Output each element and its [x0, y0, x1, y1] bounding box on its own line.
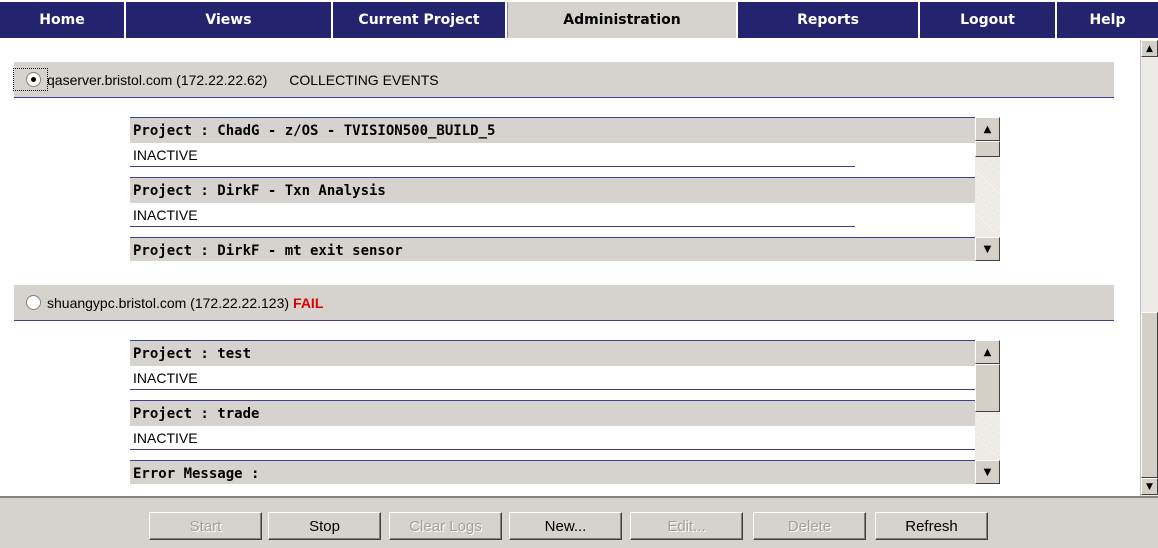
project-header: Error Message :	[130, 460, 975, 484]
scroll-down-icon[interactable]: ▼	[975, 460, 1000, 484]
page-scrollbar[interactable]: ▲ ▼	[1140, 40, 1158, 496]
project-header: Project : test	[130, 340, 975, 366]
scroll-up-icon[interactable]: ▲	[1141, 40, 1158, 57]
server-name: qaserver.bristol.com (172.22.22.62)	[47, 71, 268, 88]
tab-help[interactable]: Help	[1057, 2, 1158, 38]
project-status: INACTIVE	[130, 366, 975, 390]
server-row: shuangypc.bristol.com (172.22.22.123) FA…	[14, 285, 1114, 321]
scroll-thumb[interactable]	[1141, 312, 1158, 478]
scroll-thumb[interactable]	[975, 141, 1000, 157]
tab-current-project[interactable]: Current Project	[333, 2, 507, 38]
project-status: INACTIVE	[130, 426, 975, 450]
project-list: Project : ChadG - z/OS - TVISION500_BUIL…	[130, 117, 975, 261]
server-row: qaserver.bristol.com (172.22.22.62) COLL…	[13, 62, 1114, 98]
server-name: shuangypc.bristol.com (172.22.22.123)	[47, 294, 290, 311]
server-radio[interactable]	[26, 72, 41, 87]
stop-button[interactable]: Stop	[268, 512, 381, 540]
action-bar: Start Stop Clear Logs New... Edit... Del…	[0, 496, 1158, 548]
project-header: Project : DirkF - Txn Analysis	[130, 177, 975, 203]
project-scrollbar[interactable]: ▲ ▼	[975, 340, 1000, 484]
scroll-thumb[interactable]	[975, 364, 1000, 412]
delete-button[interactable]: Delete	[753, 512, 866, 540]
scroll-up-icon[interactable]: ▲	[975, 340, 1000, 364]
start-button[interactable]: Start	[149, 512, 262, 540]
project-header: Project : DirkF - mt exit sensor	[130, 237, 975, 261]
project-status: INACTIVE	[130, 143, 855, 167]
top-nav: Home Views Current Project Administratio…	[0, 0, 1158, 40]
scroll-down-icon[interactable]: ▼	[975, 237, 1000, 261]
tab-logout[interactable]: Logout	[920, 2, 1057, 38]
project-status: INACTIVE	[130, 203, 855, 227]
clear-logs-button[interactable]: Clear Logs	[389, 512, 502, 540]
scroll-down-icon[interactable]: ▼	[1141, 478, 1158, 495]
tab-home[interactable]: Home	[0, 2, 126, 38]
server-status: COLLECTING EVENTS	[289, 71, 439, 88]
new-button[interactable]: New...	[509, 512, 622, 540]
scroll-up-icon[interactable]: ▲	[975, 117, 1000, 141]
project-list: Project : test INACTIVE Project : trade …	[130, 340, 975, 484]
tab-reports[interactable]: Reports	[738, 2, 920, 38]
tab-views[interactable]: Views	[126, 2, 333, 38]
refresh-button[interactable]: Refresh	[875, 512, 988, 540]
server-radio[interactable]	[26, 295, 41, 310]
project-header: Project : trade	[130, 400, 975, 426]
server-status: FAIL	[293, 294, 324, 311]
project-panel: Project : ChadG - z/OS - TVISION500_BUIL…	[130, 117, 1000, 261]
server-radio-group	[14, 295, 47, 310]
server-radio-group	[13, 68, 48, 91]
project-header: Project : ChadG - z/OS - TVISION500_BUIL…	[130, 117, 975, 143]
project-scrollbar[interactable]: ▲ ▼	[975, 117, 1000, 261]
server-list-area: qaserver.bristol.com (172.22.22.62) COLL…	[0, 40, 1140, 496]
project-panel: Project : test INACTIVE Project : trade …	[130, 340, 1000, 484]
edit-button[interactable]: Edit...	[630, 512, 743, 540]
tab-administration[interactable]: Administration	[507, 2, 738, 38]
